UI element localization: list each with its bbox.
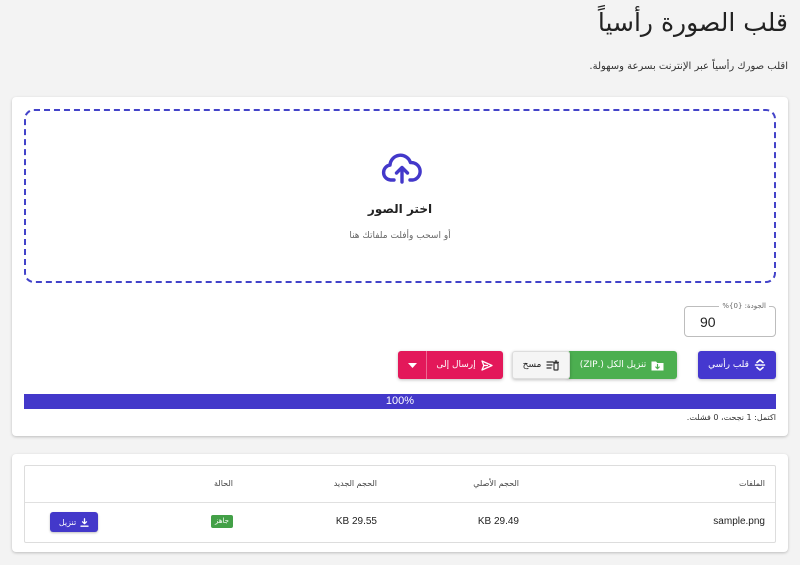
header-status: الحالة bbox=[214, 479, 233, 488]
send-to-label: إرسال إلى bbox=[436, 360, 476, 370]
cell-new-size: 29.55 KB bbox=[335, 516, 377, 527]
send-to-button[interactable]: إرسال إلى bbox=[426, 351, 503, 379]
quality-label: الجودة: {0}% bbox=[719, 300, 769, 312]
dropzone[interactable]: اختر الصور أو اسحب وأفلت ملفاتك هنا bbox=[24, 109, 776, 283]
download-zip-label: تنزيل الكل (.ZIP) bbox=[579, 360, 647, 370]
quality-field[interactable]: الجودة: {0}% bbox=[684, 300, 776, 337]
download-icon bbox=[80, 517, 89, 527]
clear-list-icon bbox=[546, 359, 560, 371]
status-badge: جاهز bbox=[210, 515, 233, 528]
flip-vertical-icon bbox=[754, 359, 766, 371]
flip-vertical-button[interactable]: قلب رأسي bbox=[698, 351, 776, 379]
results-table: الملفات الحجم الأصلي الحجم الجديد الحالة… bbox=[24, 465, 776, 543]
quality-input[interactable] bbox=[691, 312, 769, 332]
clear-button[interactable]: مسح bbox=[512, 351, 570, 379]
editor-card: اختر الصور أو اسحب وأفلت ملفاتك هنا الجو… bbox=[12, 97, 788, 436]
send-icon bbox=[480, 359, 493, 371]
dropzone-title: اختر الصور bbox=[367, 202, 433, 216]
send-to-split-button: إرسال إلى bbox=[398, 351, 503, 379]
results-card: الملفات الحجم الأصلي الحجم الجديد الحالة… bbox=[12, 454, 788, 552]
send-to-dropdown-toggle[interactable] bbox=[398, 351, 426, 379]
page-subtitle: اقلب صورك رأسياً عبر الإنترنت بسرعة وسهو… bbox=[589, 61, 788, 72]
download-zip-button[interactable]: تنزيل الكل (.ZIP) bbox=[567, 351, 677, 379]
caret-down-icon bbox=[407, 362, 417, 368]
download-label: تنزيل bbox=[58, 517, 77, 527]
cell-original-size: 29.49 KB bbox=[477, 516, 519, 527]
cloud-upload-icon bbox=[381, 153, 422, 184]
download-button[interactable]: تنزيل bbox=[50, 512, 98, 532]
cell-file-name: sample.png bbox=[713, 516, 765, 527]
progress-label: 100% bbox=[385, 395, 415, 407]
page-title: قلب الصورة رأسياً bbox=[597, 8, 788, 37]
header-new-size: الحجم الجديد bbox=[333, 479, 377, 488]
clear-label: مسح bbox=[522, 360, 542, 370]
flip-vertical-label: قلب رأسي bbox=[708, 360, 749, 370]
dropzone-hint: أو اسحب وأفلت ملفاتك هنا bbox=[349, 231, 451, 241]
header-original-size: الحجم الأصلي bbox=[473, 479, 519, 488]
header-files: الملفات bbox=[739, 479, 765, 488]
folder-download-icon bbox=[651, 361, 664, 370]
status-summary: اكتمل: 1 نجحت، 0 فشلت. bbox=[686, 413, 776, 422]
progress-bar: 100% bbox=[24, 394, 776, 409]
send-to-divider bbox=[426, 351, 427, 379]
table-divider bbox=[25, 502, 775, 503]
